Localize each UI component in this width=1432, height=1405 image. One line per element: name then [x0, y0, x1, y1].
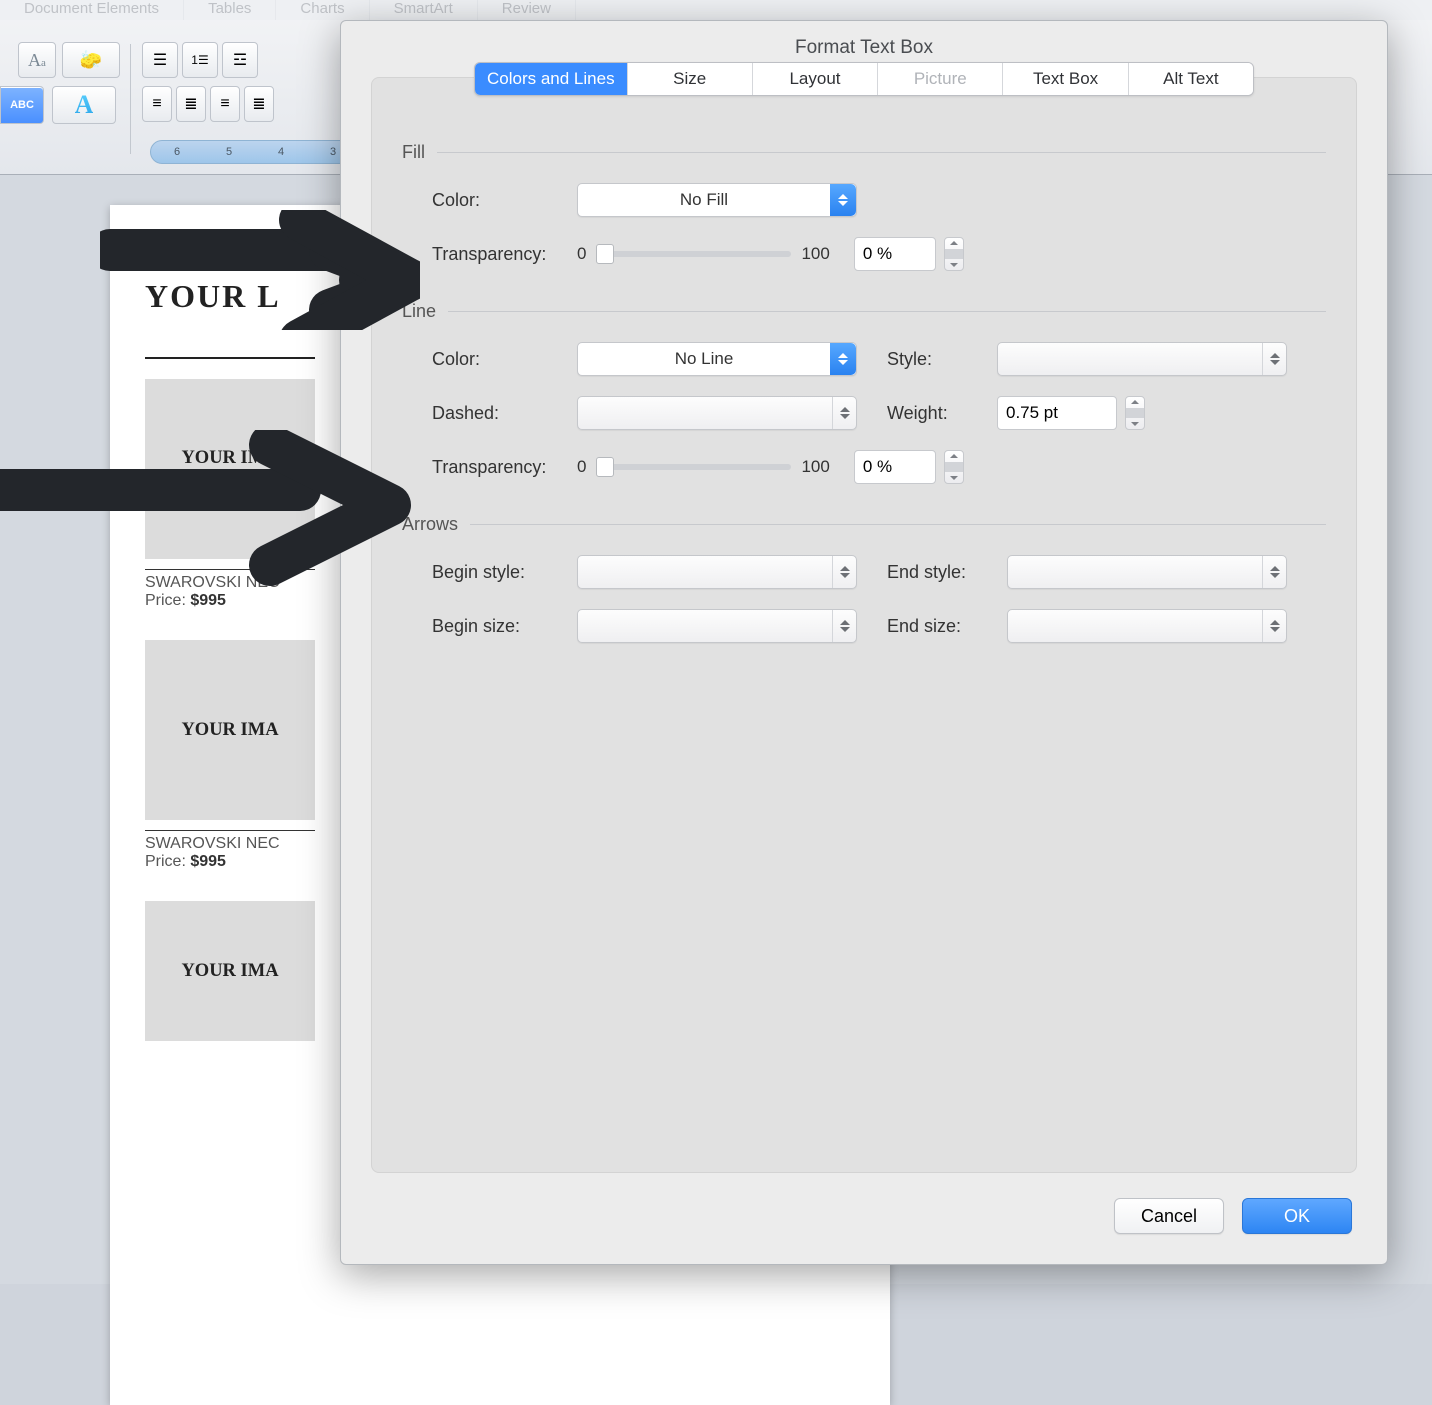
fill-transparency-input[interactable]: 0 %: [854, 237, 936, 271]
product-name: SWAROVSKI NEC: [145, 835, 315, 853]
line-weight-label: Weight:: [887, 403, 997, 424]
justify-button[interactable]: ≣: [244, 86, 274, 122]
format-text-box-dialog: Format Text Box Colors and Lines Size La…: [340, 20, 1388, 1265]
multilevel-button[interactable]: ☲: [222, 42, 258, 78]
line-transparency-stepper[interactable]: [944, 450, 964, 484]
section-line: Line: [402, 301, 1326, 322]
ribbon-tabs: Document Elements Tables Charts SmartArt…: [0, 0, 1432, 20]
tab-picture: Picture: [878, 63, 1003, 95]
chevron-updown-icon: [830, 343, 856, 375]
image-placeholder[interactable]: YOUR IMA: [145, 640, 315, 820]
align-left-button[interactable]: ≡: [142, 86, 172, 122]
ok-button[interactable]: OK: [1242, 1198, 1352, 1234]
ribbon-tab[interactable]: Tables: [184, 0, 276, 20]
clear-formatting-button[interactable]: 🧽: [62, 42, 120, 78]
ribbon-tab[interactable]: Document Elements: [0, 0, 184, 20]
line-weight-input[interactable]: 0.75 pt: [997, 396, 1117, 430]
cancel-button[interactable]: Cancel: [1114, 1198, 1224, 1234]
font-color-button[interactable]: Aa: [18, 42, 56, 78]
fill-color-value: No Fill: [578, 190, 830, 210]
line-dashed-label: Dashed:: [432, 403, 577, 424]
ruler-mark: 5: [226, 146, 232, 158]
line-transparency-label: Transparency:: [432, 457, 577, 478]
price-value: $995: [190, 592, 226, 609]
ribbon-tab[interactable]: Review: [478, 0, 576, 20]
chevron-updown-icon: [832, 397, 856, 429]
chevron-updown-icon: [832, 556, 856, 588]
line-transparency-input[interactable]: 0 %: [854, 450, 936, 484]
dialog-body: Colors and Lines Size Layout Picture Tex…: [371, 77, 1357, 1173]
image-placeholder-text: YOUR IMA: [181, 961, 278, 982]
highlight-button[interactable]: ABC: [0, 86, 44, 124]
image-placeholder-text: YOUR IMA: [181, 720, 278, 741]
line-weight-stepper[interactable]: [1125, 396, 1145, 430]
line-color-popup[interactable]: No Line: [577, 342, 857, 376]
chevron-updown-icon: [832, 610, 856, 642]
slider-max: 100: [801, 244, 829, 264]
annotation-arrow-icon: [100, 210, 420, 330]
chevron-updown-icon: [830, 184, 856, 216]
tab-colors-and-lines[interactable]: Colors and Lines: [475, 63, 628, 95]
ruler-mark: 6: [174, 146, 180, 158]
tab-size[interactable]: Size: [628, 63, 753, 95]
line-style-label: Style:: [887, 349, 997, 370]
fill-color-label: Color:: [432, 190, 577, 211]
fill-transparency-slider[interactable]: [596, 251, 791, 257]
arrow-end-size-popup[interactable]: [1007, 609, 1287, 643]
slider-thumb[interactable]: [596, 244, 614, 264]
ruler-mark: 3: [330, 146, 336, 158]
line-style-popup[interactable]: [997, 342, 1287, 376]
numbering-button[interactable]: 1☰: [182, 42, 218, 78]
slider-max: 100: [801, 457, 829, 477]
ribbon-tab[interactable]: Charts: [276, 0, 369, 20]
arrow-begin-style-label: Begin style:: [432, 562, 577, 583]
product-caption: SWAROVSKI NEC Price: $995: [145, 830, 315, 871]
line-color-label: Color:: [432, 349, 577, 370]
tab-alt-text[interactable]: Alt Text: [1129, 63, 1253, 95]
chevron-updown-icon: [1262, 610, 1286, 642]
ruler-mark: 4: [278, 146, 284, 158]
section-arrows: Arrows: [402, 514, 1326, 535]
align-center-button[interactable]: ≣: [176, 86, 206, 122]
bullets-button[interactable]: ☰: [142, 42, 178, 78]
arrow-begin-style-popup[interactable]: [577, 555, 857, 589]
line-transparency-slider[interactable]: [596, 464, 791, 470]
arrow-begin-size-popup[interactable]: [577, 609, 857, 643]
price-label: Price:: [145, 592, 186, 609]
price-value: $995: [190, 853, 226, 870]
slider-thumb[interactable]: [596, 457, 614, 477]
image-placeholder[interactable]: YOUR IMA: [145, 901, 315, 1041]
text-effect-button[interactable]: A: [52, 86, 116, 124]
arrow-begin-size-label: Begin size:: [432, 616, 577, 637]
dialog-tab-bar: Colors and Lines Size Layout Picture Tex…: [474, 62, 1254, 96]
fill-transparency-stepper[interactable]: [944, 237, 964, 271]
line-dashed-popup[interactable]: [577, 396, 857, 430]
arrow-end-size-label: End size:: [887, 616, 1007, 637]
price-label: Price:: [145, 853, 186, 870]
ribbon-tab[interactable]: SmartArt: [370, 0, 478, 20]
arrow-end-style-label: End style:: [887, 562, 1007, 583]
tab-text-box[interactable]: Text Box: [1003, 63, 1128, 95]
tab-layout[interactable]: Layout: [753, 63, 878, 95]
annotation-arrow-icon: [0, 430, 420, 590]
section-fill: Fill: [402, 142, 1326, 163]
fill-color-popup[interactable]: No Fill: [577, 183, 857, 217]
chevron-updown-icon: [1262, 556, 1286, 588]
fill-transparency-label: Transparency:: [432, 244, 577, 265]
slider-min: 0: [577, 244, 586, 264]
chevron-updown-icon: [1262, 343, 1286, 375]
line-color-value: No Line: [578, 349, 830, 369]
horizontal-ruler[interactable]: 6 5 4 3: [150, 140, 360, 164]
align-right-button[interactable]: ≡: [210, 86, 240, 122]
arrow-end-style-popup[interactable]: [1007, 555, 1287, 589]
slider-min: 0: [577, 457, 586, 477]
divider: [145, 357, 315, 359]
